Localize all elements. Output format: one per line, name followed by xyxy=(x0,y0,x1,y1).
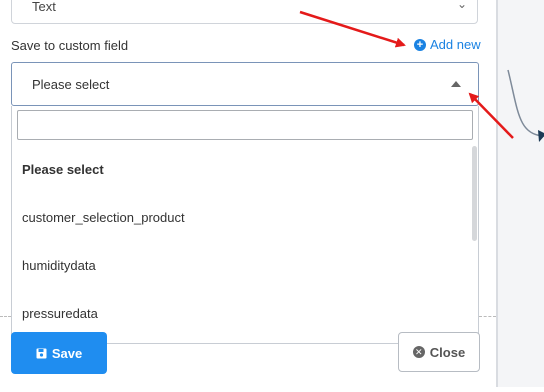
dropdown-option[interactable]: humiditydata xyxy=(22,258,96,273)
dropdown-option[interactable]: customer_selection_product xyxy=(22,210,185,225)
custom-field-label: Save to custom field xyxy=(11,38,129,53)
custom-field-dropdown: Please select customer_selection_product… xyxy=(11,106,479,344)
caret-up-icon xyxy=(451,81,461,87)
add-new-link[interactable]: + Add new xyxy=(414,37,481,52)
custom-field-select[interactable]: Please select xyxy=(11,62,479,106)
divider-right xyxy=(479,316,496,317)
plus-circle-icon: + xyxy=(414,38,426,51)
save-button[interactable]: Save xyxy=(11,332,107,374)
close-circle-icon: ✕ xyxy=(412,346,425,358)
type-select[interactable]: Text ⌄ xyxy=(11,0,478,24)
custom-field-select-value: Please select xyxy=(32,77,110,92)
divider-left xyxy=(0,316,11,317)
close-label: Close xyxy=(429,344,466,360)
workflow-canvas xyxy=(496,0,544,387)
save-label: Save xyxy=(51,345,83,361)
dropdown-option[interactable]: pressuredata xyxy=(22,306,98,321)
add-new-label: Add new xyxy=(430,37,481,52)
floppy-disk-icon xyxy=(36,348,47,358)
dropdown-search-input[interactable] xyxy=(17,110,473,140)
dropdown-scrollbar[interactable] xyxy=(472,146,477,241)
connector-line xyxy=(507,69,544,142)
close-button[interactable]: ✕ Close xyxy=(398,332,480,372)
chevron-down-icon: ⌄ xyxy=(456,0,467,11)
dropdown-option[interactable]: Please select xyxy=(22,162,104,177)
type-select-value: Text xyxy=(32,0,56,14)
